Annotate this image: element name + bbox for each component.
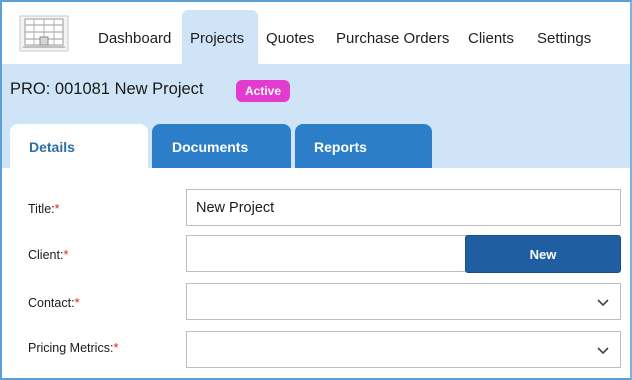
nav-item-clients[interactable]: Clients bbox=[468, 30, 514, 47]
client-label-text: Client: bbox=[28, 248, 64, 262]
pricing-metrics-label-text: Pricing Metrics: bbox=[28, 341, 114, 355]
title-label: Title:* bbox=[28, 202, 60, 216]
client-field[interactable] bbox=[186, 235, 468, 272]
building-logo-icon[interactable] bbox=[19, 15, 69, 52]
page-title: PRO: 001081 New Project bbox=[10, 80, 204, 98]
tab-reports[interactable]: Reports bbox=[295, 124, 432, 168]
title-label-text: Title: bbox=[28, 202, 55, 216]
nav-item-purchase-orders[interactable]: Purchase Orders bbox=[336, 30, 449, 47]
required-marker: * bbox=[113, 341, 119, 355]
pricing-metrics-select[interactable] bbox=[186, 331, 621, 368]
nav-item-quotes[interactable]: Quotes bbox=[266, 30, 314, 47]
title-field-value: New Project bbox=[196, 200, 275, 216]
top-navigation bbox=[2, 2, 630, 64]
chevron-down-icon[interactable] bbox=[596, 343, 610, 357]
tab-details[interactable]: Details bbox=[10, 124, 148, 168]
contact-select[interactable] bbox=[186, 283, 621, 320]
title-field[interactable]: New Project bbox=[186, 189, 621, 226]
nav-item-settings[interactable]: Settings bbox=[537, 30, 591, 47]
client-label: Client:* bbox=[28, 248, 68, 262]
contact-label-text: Contact: bbox=[28, 296, 75, 310]
nav-item-dashboard[interactable]: Dashboard bbox=[98, 30, 171, 47]
nav-item-projects[interactable]: Projects bbox=[190, 30, 244, 47]
chevron-down-icon[interactable] bbox=[596, 295, 610, 309]
required-marker: * bbox=[74, 296, 80, 310]
tab-documents[interactable]: Documents bbox=[152, 124, 291, 168]
required-marker: * bbox=[63, 248, 69, 262]
contact-label: Contact:* bbox=[28, 296, 79, 310]
new-client-button[interactable]: New bbox=[465, 235, 621, 273]
pricing-metrics-label: Pricing Metrics:* bbox=[28, 341, 118, 355]
status-badge: Active bbox=[236, 80, 291, 102]
required-marker: * bbox=[54, 202, 60, 216]
